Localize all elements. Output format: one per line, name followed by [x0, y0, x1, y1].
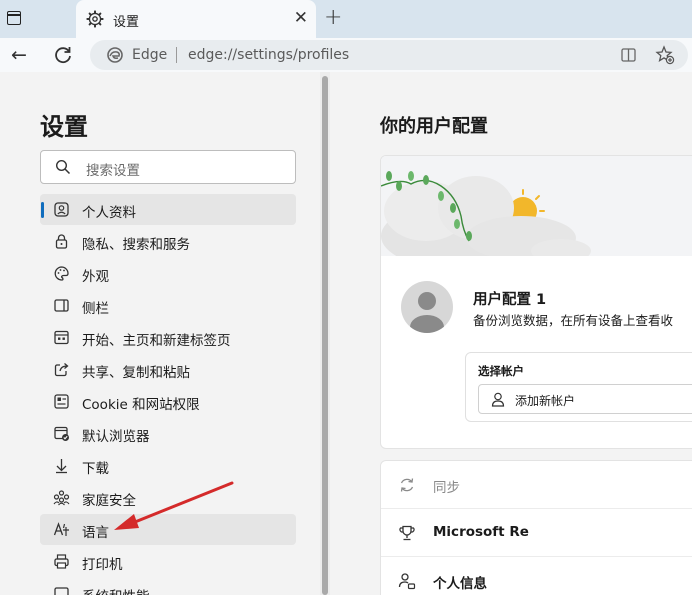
- profile-icon: [54, 202, 69, 217]
- profile-card: 用户配置 1 备份浏览数据，在所有设备上查看收 选择帐户 添加新帐户: [380, 155, 692, 449]
- search-input[interactable]: 搜索设置: [40, 150, 296, 184]
- profile-description: 备份浏览数据，在所有设备上查看收: [473, 313, 674, 328]
- sidebar-item-default-browser[interactable]: 默认浏览器: [40, 418, 296, 449]
- sidebar-item-label: 下载: [82, 461, 109, 477]
- tab-settings[interactable]: 设置 ✕: [76, 0, 316, 38]
- active-indicator: [41, 202, 44, 218]
- sync-icon: [400, 478, 414, 492]
- sidebar-item-label: 打印机: [82, 557, 123, 573]
- list-item-label: 个人信息: [433, 576, 487, 592]
- profile-banner-illustration: [381, 156, 692, 256]
- sidebar-item-label: 个人资料: [82, 205, 136, 221]
- avatar[interactable]: [401, 281, 453, 333]
- language-icon: [53, 522, 69, 536]
- title-bar: 设置 ✕ +: [0, 0, 692, 38]
- choose-account-label: 选择帐户: [478, 364, 524, 378]
- sidebar-item-sidebar[interactable]: 侧栏: [40, 290, 296, 321]
- sidebar-item-start-home[interactable]: 开始、主页和新建标签页: [40, 322, 296, 353]
- trophy-icon: [399, 525, 415, 541]
- sidebar-item-label: 开始、主页和新建标签页: [82, 333, 231, 349]
- search-icon: [55, 159, 71, 175]
- sidebar-item-label: 语言: [82, 525, 109, 541]
- sidebar-title: 设置: [40, 113, 88, 141]
- printer-icon: [54, 554, 69, 569]
- default-avatar-icon: [410, 292, 444, 333]
- cookie-icon: [54, 394, 69, 409]
- list-item-label: Microsoft Re: [433, 524, 529, 540]
- sidebar-item-appearance[interactable]: 外观: [40, 258, 296, 289]
- sidebar-item-label: 侧栏: [82, 301, 109, 317]
- address-bar[interactable]: Edge edge://settings/profiles: [90, 40, 688, 70]
- sidebar-item-share[interactable]: 共享、复制和粘贴: [40, 354, 296, 385]
- refresh-icon[interactable]: [50, 42, 76, 68]
- sidebar-item-label: 系统和性能: [82, 585, 150, 595]
- sidebar-item-privacy[interactable]: 隐私、搜索和服务: [40, 226, 296, 257]
- sidebar-item-label: 默认浏览器: [82, 429, 150, 445]
- profile-settings-list: 同步 Microsoft Re 个人信息: [380, 460, 692, 595]
- add-account-label: 添加新帐户: [515, 394, 576, 408]
- sidebar-item-downloads[interactable]: 下载: [40, 450, 296, 481]
- lock-icon: [55, 234, 68, 249]
- new-tab-button[interactable]: +: [324, 7, 342, 29]
- person-icon: [491, 392, 505, 407]
- add-favorite-icon[interactable]: [655, 45, 675, 65]
- choose-account-panel: 选择帐户 添加新帐户: [465, 352, 692, 422]
- omnibox-divider: [176, 47, 177, 63]
- back-button[interactable]: ←: [6, 42, 32, 68]
- split-screen-icon[interactable]: [621, 48, 636, 62]
- download-icon: [56, 459, 67, 474]
- navigation-bar: ← Edge edge://settings/profiles: [0, 38, 692, 72]
- profiles-page: 你的用户配置 用户配置 1 备份浏览数据，在所有设备上查看收 选择帐户 添加新帐…: [330, 72, 692, 595]
- family-icon: [53, 490, 70, 506]
- scrollbar-thumb[interactable]: [322, 76, 328, 595]
- list-item-personal-info[interactable]: 个人信息: [381, 557, 692, 595]
- browser-brand: Edge: [132, 47, 168, 63]
- gear-icon: [86, 10, 104, 28]
- tab-title: 设置: [113, 15, 140, 30]
- palette-icon: [54, 266, 69, 281]
- annotation-arrow: [114, 481, 234, 530]
- system-icon: [54, 587, 69, 595]
- sidebar-item-profiles[interactable]: 个人资料: [40, 194, 296, 225]
- sidebar-item-label: 共享、复制和粘贴: [82, 365, 190, 381]
- sidebar-icon: [54, 299, 69, 312]
- add-account-button[interactable]: 添加新帐户: [478, 384, 692, 414]
- sidebar-item-label: 隐私、搜索和服务: [82, 237, 190, 253]
- sidebar-item-system[interactable]: 系统和性能: [40, 578, 296, 595]
- profile-name: 用户配置 1: [473, 292, 547, 308]
- home-icon: [54, 330, 69, 345]
- person-info-icon: [398, 573, 416, 590]
- sidebar-item-cookies[interactable]: Cookie 和网站权限: [40, 386, 296, 417]
- page-title: 你的用户配置: [380, 116, 488, 137]
- window-menu-icon[interactable]: [7, 11, 21, 25]
- list-item-sync[interactable]: 同步: [381, 461, 692, 509]
- url-text[interactable]: edge://settings/profiles: [188, 47, 349, 63]
- list-item-rewards[interactable]: Microsoft Re: [381, 509, 692, 557]
- share-icon: [54, 363, 69, 377]
- close-tab-icon[interactable]: ✕: [294, 9, 308, 27]
- sidebar-item-label: Cookie 和网站权限: [82, 397, 200, 413]
- list-item-label: 同步: [433, 480, 460, 496]
- browser-icon: [54, 426, 69, 441]
- search-placeholder: 搜索设置: [86, 163, 140, 179]
- edge-logo-icon: [107, 47, 123, 63]
- sidebar-item-label: 外观: [82, 269, 109, 285]
- sidebar-scrollbar[interactable]: [320, 72, 330, 595]
- sidebar-item-printers[interactable]: 打印机: [40, 546, 296, 577]
